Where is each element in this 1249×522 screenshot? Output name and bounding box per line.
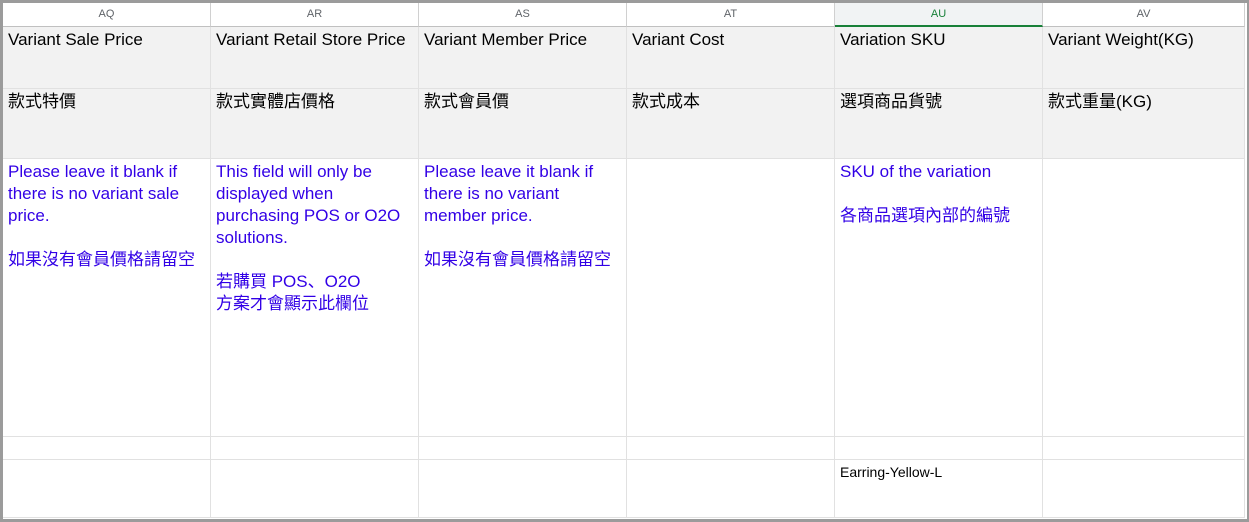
column-header-at[interactable]: AT (627, 3, 835, 27)
spreadsheet: AQ AR AS AT AU AV Variant Sale Price Var… (0, 0, 1249, 522)
value-cell-as[interactable] (419, 460, 627, 518)
note-zh-text: 如果沒有會員價格請留空 (8, 250, 195, 269)
header-en-cell-aq[interactable]: Variant Sale Price (3, 27, 211, 89)
header-en-cell-at[interactable]: Variant Cost (627, 27, 835, 89)
header-zh-cell-at[interactable]: 款式成本 (627, 89, 835, 159)
column-header-au[interactable]: AU (835, 3, 1043, 27)
note-en-text: Please leave it blank if there is no var… (8, 162, 180, 225)
column-header-as[interactable]: AS (419, 3, 627, 27)
column-header-ar[interactable]: AR (211, 3, 419, 27)
value-cell-at[interactable] (627, 460, 835, 518)
note-spacer (8, 227, 205, 249)
note-en-text: SKU of the variation (840, 162, 992, 181)
note-cell-av[interactable] (1043, 159, 1245, 437)
value-cell-av[interactable] (1043, 460, 1245, 518)
note-zh-line-1: 若購買 POS、O2O (216, 272, 361, 291)
header-en-cell-as[interactable]: Variant Member Price (419, 27, 627, 89)
header-zh-cell-au[interactable]: 選項商品貨號 (835, 89, 1043, 159)
value-cell-ar[interactable] (211, 460, 419, 518)
empty-cell-aq[interactable] (3, 437, 211, 460)
note-en-text: This field will only be displayed when p… (216, 162, 401, 247)
note-zh-line-2: 方案才會顯示此欄位 (216, 294, 369, 313)
header-en-cell-ar[interactable]: Variant Retail Store Price (211, 27, 419, 89)
header-en-cell-av[interactable]: Variant Weight(KG) (1043, 27, 1245, 89)
header-zh-cell-aq[interactable]: 款式特價 (3, 89, 211, 159)
value-cell-aq[interactable] (3, 460, 211, 518)
header-zh-cell-av[interactable]: 款式重量(KG) (1043, 89, 1245, 159)
note-zh-text: 如果沒有會員價格請留空 (424, 250, 611, 269)
cell-grid: AQ AR AS AT AU AV Variant Sale Price Var… (3, 3, 1245, 518)
note-cell-au[interactable]: SKU of the variation 各商品選項內部的編號 (835, 159, 1043, 437)
empty-cell-ar[interactable] (211, 437, 419, 460)
note-en-text: Please leave it blank if there is no var… (424, 162, 594, 225)
note-cell-ar[interactable]: This field will only be displayed when p… (211, 159, 419, 437)
note-zh-text: 各商品選項內部的編號 (840, 206, 1010, 225)
column-header-av[interactable]: AV (1043, 3, 1245, 27)
empty-cell-au[interactable] (835, 437, 1043, 460)
header-zh-cell-as[interactable]: 款式會員價 (419, 89, 627, 159)
empty-cell-av[interactable] (1043, 437, 1245, 460)
column-header-aq[interactable]: AQ (3, 3, 211, 27)
note-spacer (216, 249, 413, 271)
note-cell-at[interactable] (627, 159, 835, 437)
note-cell-aq[interactable]: Please leave it blank if there is no var… (3, 159, 211, 437)
empty-cell-as[interactable] (419, 437, 627, 460)
header-zh-cell-ar[interactable]: 款式實體店價格 (211, 89, 419, 159)
empty-cell-at[interactable] (627, 437, 835, 460)
note-cell-as[interactable]: Please leave it blank if there is no var… (419, 159, 627, 437)
note-spacer (840, 183, 1037, 205)
note-spacer (424, 227, 621, 249)
header-en-cell-au[interactable]: Variation SKU (835, 27, 1043, 89)
value-cell-au[interactable]: Earring-Yellow-L (835, 460, 1043, 518)
